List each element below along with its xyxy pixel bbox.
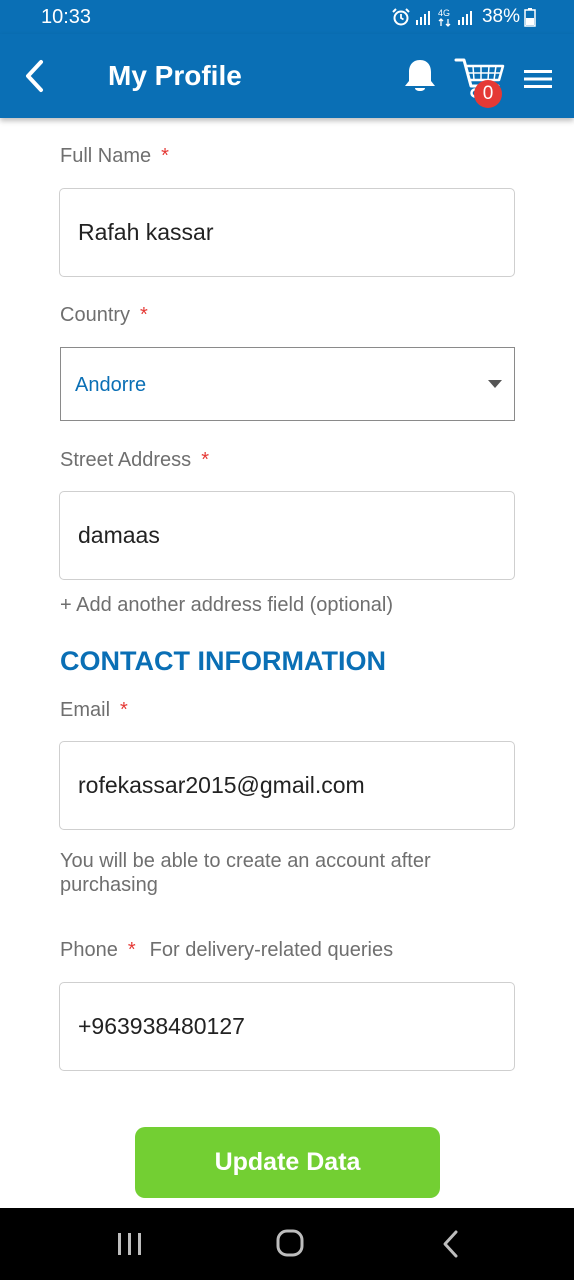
full-name-label-text: Full Name <box>60 145 152 167</box>
phone-value: +963938480127 <box>78 1013 245 1039</box>
alarm-icon <box>392 8 410 26</box>
email-label-text: Email <box>60 699 111 721</box>
required-asterisk: * <box>201 449 209 471</box>
status-icons: 4G 38% <box>391 6 536 28</box>
street-address-label-text: Street Address <box>60 449 192 471</box>
svg-text:4G: 4G <box>438 8 450 18</box>
required-asterisk: * <box>140 304 148 326</box>
battery-percentage: 38% <box>481 6 520 27</box>
full-name-input[interactable]: Rafah kassar <box>59 188 515 277</box>
account-helper-text: You will be able to create an account af… <box>60 850 431 896</box>
signal-icon-2 <box>457 11 472 25</box>
phone-field[interactable]: +963938480127 <box>59 982 515 1071</box>
phone-label: Phone * For delivery-related queries <box>60 939 393 962</box>
country-label: Country * <box>60 304 148 327</box>
contact-information-heading: CONTACT INFORMATION <box>60 646 386 676</box>
back-button[interactable] <box>14 54 54 98</box>
country-label-text: Country <box>60 304 131 326</box>
update-data-button[interactable]: Update Data <box>135 1127 440 1198</box>
notifications-button[interactable] <box>400 56 440 96</box>
chevron-left-icon <box>443 1230 458 1258</box>
bell-icon <box>405 60 435 91</box>
home-button[interactable] <box>275 1228 305 1258</box>
email-field[interactable]: rofekassar2015@gmail.com <box>59 741 515 830</box>
add-address-field-link[interactable]: + Add another address field (optional) <box>60 594 393 617</box>
phone-label-text: Phone <box>60 939 118 961</box>
required-asterisk: * <box>127 939 136 961</box>
street-address-value: damaas <box>78 522 160 548</box>
dropdown-caret-icon <box>488 380 502 388</box>
system-back-button[interactable] <box>440 1228 462 1260</box>
required-asterisk: * <box>161 145 169 167</box>
home-icon <box>276 1229 304 1257</box>
status-bar: 10:33 4G 38% <box>0 0 574 34</box>
email-label: Email * <box>60 699 128 722</box>
full-name-value: Rafah kassar <box>78 219 214 245</box>
recent-apps-button[interactable] <box>115 1230 145 1258</box>
street-address-input[interactable]: damaas <box>59 491 515 580</box>
hamburger-menu-icon <box>524 70 552 88</box>
status-time: 10:33 <box>41 6 92 28</box>
email-value: rofekassar2015@gmail.com <box>78 772 365 798</box>
street-address-label: Street Address * <box>60 449 209 472</box>
required-asterisk: * <box>120 699 128 721</box>
phone-note: For delivery-related queries <box>149 939 394 961</box>
menu-button[interactable] <box>522 66 554 92</box>
arrow-left-icon <box>26 60 43 92</box>
recent-apps-icon <box>118 1233 141 1255</box>
app-bar: My Profile 0 <box>0 34 574 118</box>
full-name-label: Full Name * <box>60 145 169 168</box>
country-select[interactable]: Andorre <box>60 347 515 421</box>
page-title: My Profile <box>108 60 242 91</box>
battery-icon <box>524 8 536 27</box>
country-selected-value: Andorre <box>75 374 147 396</box>
cart-count-badge: 0 <box>474 80 502 108</box>
system-navigation-bar <box>0 1208 574 1280</box>
signal-icon <box>415 11 430 25</box>
network-4g-icon: 4G <box>438 8 451 27</box>
